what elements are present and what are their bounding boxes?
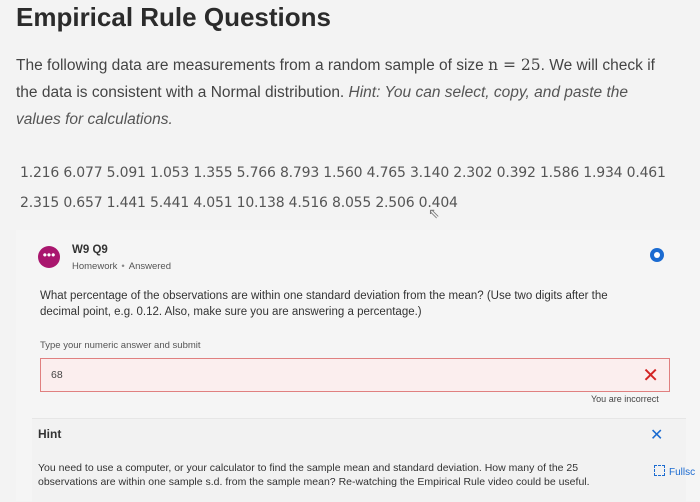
meta-separator-icon: • bbox=[121, 261, 125, 272]
intro-text-1: The following data are measurements from… bbox=[16, 57, 489, 74]
answer-label: Type your numeric answer and submit bbox=[40, 340, 201, 351]
intro-paragraph: The following data are measurements from… bbox=[16, 52, 676, 133]
mouse-cursor-icon: ⇖ bbox=[428, 205, 440, 221]
answer-input[interactable]: 68 ✕ bbox=[40, 358, 670, 392]
fullscreen-icon bbox=[654, 465, 665, 476]
question-type: Homework bbox=[72, 261, 118, 272]
answer-value[interactable]: 68 bbox=[51, 369, 63, 381]
hint-panel: Hint ✕ You need to use a computer, or yo… bbox=[32, 418, 686, 502]
sample-size-math: n = 25 bbox=[488, 56, 541, 74]
question-avatar-icon: ••• bbox=[38, 246, 60, 268]
page-title: Empirical Rule Questions bbox=[16, 2, 331, 32]
data-values[interactable]: 1.216 6.077 5.091 1.053 1.355 5.766 8.79… bbox=[20, 158, 690, 218]
incorrect-x-icon: ✕ bbox=[642, 365, 659, 387]
hint-title: Hint bbox=[38, 427, 62, 441]
hint-text: You need to use a computer, or your calc… bbox=[38, 462, 590, 488]
feedback-text: You are incorrect bbox=[591, 394, 659, 404]
question-meta: Homework • Answered bbox=[72, 261, 171, 272]
question-card: ••• W9 Q9 Homework • Answered What percent… bbox=[16, 230, 700, 502]
question-title: W9 Q9 bbox=[72, 244, 108, 256]
question-text: What percentage of the observations are … bbox=[40, 290, 608, 318]
fullscreen-label: Fullsc bbox=[669, 467, 696, 478]
question-status: Answered bbox=[128, 261, 171, 272]
close-icon[interactable]: ✕ bbox=[650, 425, 663, 445]
status-radio-icon[interactable] bbox=[650, 248, 664, 262]
fullscreen-button[interactable]: Fullsc bbox=[654, 465, 695, 481]
